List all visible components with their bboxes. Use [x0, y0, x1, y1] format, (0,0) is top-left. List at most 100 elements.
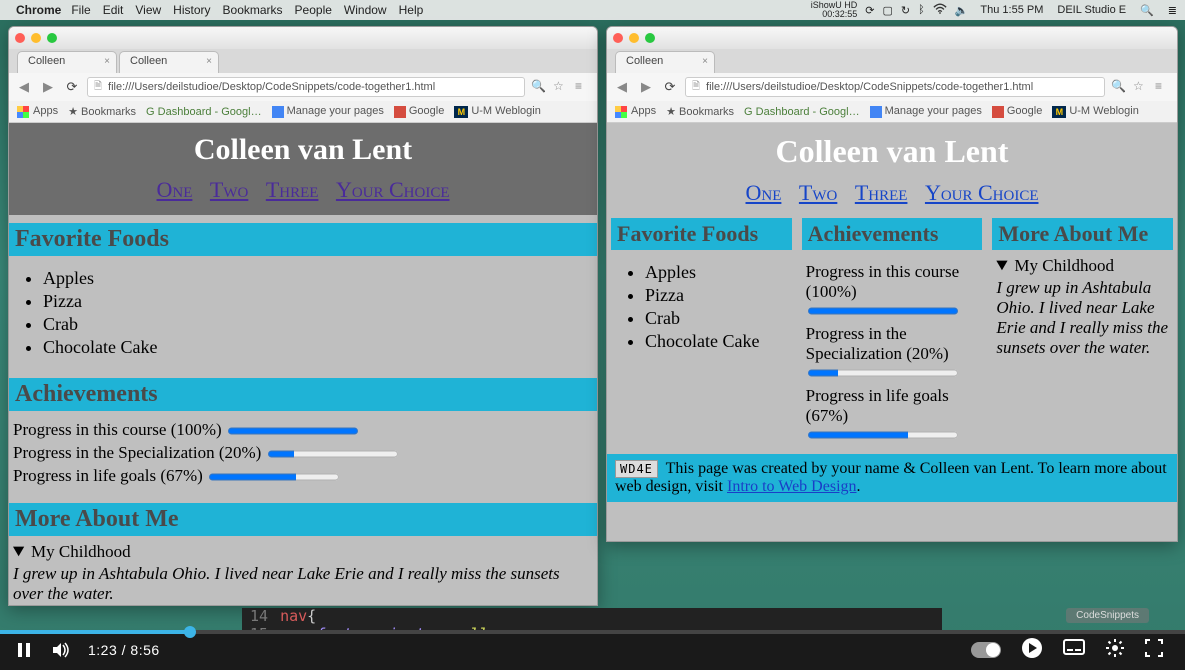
details-childhood[interactable]: My Childhood I grew up in Ashtabula Ohio… — [992, 250, 1173, 364]
volume-button[interactable] — [50, 638, 74, 662]
apps-button[interactable]: Apps — [17, 105, 58, 117]
apps-button[interactable]: Apps — [615, 105, 656, 117]
footer-link[interactable]: Intro to Web Design — [727, 478, 857, 495]
nav-link[interactable]: Three — [855, 180, 908, 205]
reload-button[interactable]: ⟳ — [63, 78, 81, 96]
bookmark-item[interactable]: ★ Bookmarks — [68, 105, 136, 118]
captions-button[interactable] — [1063, 639, 1085, 662]
address-bar-row: ◀ ▶ ⟳ 🗎 file:///Users/deilstudioe/Deskto… — [9, 73, 597, 101]
minimize-icon[interactable] — [629, 33, 639, 43]
details-summary[interactable]: My Childhood — [996, 256, 1169, 276]
menu-history[interactable]: History — [173, 3, 210, 17]
search-icon[interactable]: 🔍 — [531, 79, 547, 95]
details-body: I grew up in Ashtabula Ohio. I lived nea… — [996, 278, 1169, 358]
bookmark-item[interactable]: G Dashboard - Googl… — [146, 106, 262, 118]
bookmark-item[interactable]: G Dashboard - Googl… — [744, 106, 860, 118]
nav-link[interactable]: Two — [210, 177, 248, 202]
foods-list: Apples Pizza Crab Chocolate Cake — [9, 256, 597, 370]
close-icon[interactable] — [15, 33, 25, 43]
spotlight-icon[interactable]: 🔍 — [1140, 4, 1154, 17]
window-titlebar[interactable] — [607, 27, 1177, 49]
tab-strip: Colleen× — [607, 49, 1177, 73]
nav-link[interactable]: Your Choice — [336, 177, 450, 202]
menu-icon[interactable]: ≡ — [1155, 79, 1171, 95]
next-button[interactable] — [1021, 637, 1043, 664]
notification-center-icon[interactable]: ≣ — [1168, 4, 1177, 17]
browser-tab[interactable]: Colleen× — [119, 51, 219, 73]
progress-label: Progress in life goals (67%) — [806, 386, 949, 425]
bookmarks-bar: Apps ★ Bookmarks G Dashboard - Googl… Ma… — [607, 101, 1177, 123]
menu-window[interactable]: Window — [344, 3, 387, 17]
back-button[interactable]: ◀ — [613, 78, 631, 96]
menu-bookmarks[interactable]: Bookmarks — [223, 3, 283, 17]
menubar-tray: iShowU HD00:32:55 ⟳ ▢ ↻ ᛒ 🔈 Thu 1:55 PM … — [811, 1, 1177, 19]
settings-button[interactable] — [1105, 638, 1125, 663]
zoom-icon[interactable] — [47, 33, 57, 43]
bookmark-item[interactable]: Manage your pages — [870, 105, 982, 117]
browser-tab[interactable]: Colleen× — [17, 51, 117, 73]
browser-tab[interactable]: Colleen× — [615, 51, 715, 73]
menubar-app[interactable]: Chrome — [16, 3, 61, 17]
star-icon[interactable]: ☆ — [553, 79, 569, 95]
display-icon[interactable]: ▢ — [882, 4, 892, 17]
tab-close-icon[interactable]: × — [104, 56, 110, 67]
line-number: 14 — [250, 608, 268, 625]
details-summary[interactable]: My Childhood — [13, 542, 593, 562]
bookmark-item[interactable]: MU-M Weblogin — [1052, 105, 1139, 117]
bookmark-item[interactable]: Google — [394, 105, 444, 117]
window-titlebar[interactable] — [9, 27, 597, 49]
menu-file[interactable]: File — [71, 3, 90, 17]
nav-link[interactable]: One — [157, 177, 193, 202]
minimize-icon[interactable] — [31, 33, 41, 43]
reload-button[interactable]: ⟳ — [661, 78, 679, 96]
timemachine-icon[interactable]: ↻ — [901, 4, 910, 17]
footer-text: . — [857, 478, 861, 495]
section-heading-foods: Favorite Foods — [9, 223, 597, 256]
star-icon[interactable]: ☆ — [1133, 79, 1149, 95]
list-item: Crab — [645, 308, 792, 329]
menubar-clock[interactable]: Thu 1:55 PM — [980, 4, 1043, 16]
achievements-block: Progress in this course (100%) Progress … — [802, 250, 983, 454]
bookmark-item[interactable]: Manage your pages — [272, 105, 384, 117]
bookmark-item[interactable]: ★ Bookmarks — [666, 105, 734, 118]
page-footer: WD4E This page was created by your name … — [607, 454, 1177, 502]
nav-link[interactable]: One — [746, 180, 782, 205]
menu-help[interactable]: Help — [399, 3, 424, 17]
wifi-icon[interactable] — [933, 2, 947, 19]
close-icon[interactable] — [613, 33, 623, 43]
bookmark-item[interactable]: Google — [992, 105, 1042, 117]
section-heading-more: More About Me — [9, 503, 597, 536]
volume-icon[interactable]: 🔈 — [955, 4, 969, 17]
menu-view[interactable]: View — [135, 3, 161, 17]
bookmark-item[interactable]: MU-M Weblogin — [454, 105, 541, 117]
progress-label: Progress in this course (100%) — [806, 262, 959, 301]
address-bar[interactable]: 🗎 file:///Users/deilstudioe/Desktop/Code… — [87, 77, 525, 97]
progress-bar — [808, 428, 958, 442]
list-item: Chocolate Cake — [645, 331, 792, 352]
pause-button[interactable] — [12, 638, 36, 662]
back-button[interactable]: ◀ — [15, 78, 33, 96]
menu-icon[interactable]: ≡ — [575, 79, 591, 95]
forward-button: ▶ — [39, 78, 57, 96]
nav-link[interactable]: Your Choice — [925, 180, 1039, 205]
video-progress-track[interactable] — [0, 630, 1185, 634]
nav-link[interactable]: Three — [266, 177, 319, 202]
nav-link[interactable]: Two — [799, 180, 837, 205]
tab-close-icon[interactable]: × — [206, 56, 212, 67]
tray-recorder[interactable]: iShowU HD00:32:55 — [811, 1, 858, 19]
details-childhood[interactable]: My Childhood I grew up in Ashtabula Ohio… — [9, 536, 597, 605]
autoplay-toggle[interactable] — [971, 642, 1001, 658]
menubar-user[interactable]: DEIL Studio E — [1057, 4, 1126, 16]
tab-close-icon[interactable]: × — [702, 56, 708, 67]
search-icon[interactable]: 🔍 — [1111, 79, 1127, 95]
desktop-folder-label[interactable]: CodeSnippets — [1066, 608, 1149, 623]
menu-people[interactable]: People — [295, 3, 332, 17]
zoom-icon[interactable] — [645, 33, 655, 43]
bluetooth-icon[interactable]: ᛒ — [918, 4, 925, 16]
address-bar[interactable]: 🗎 file:///Users/deilstudioe/Desktop/Code… — [685, 77, 1105, 97]
sync-icon[interactable]: ⟳ — [865, 4, 874, 17]
video-progress-thumb[interactable] — [184, 626, 196, 638]
list-item: Chocolate Cake — [43, 337, 597, 358]
menu-edit[interactable]: Edit — [103, 3, 124, 17]
fullscreen-button[interactable] — [1145, 639, 1163, 662]
